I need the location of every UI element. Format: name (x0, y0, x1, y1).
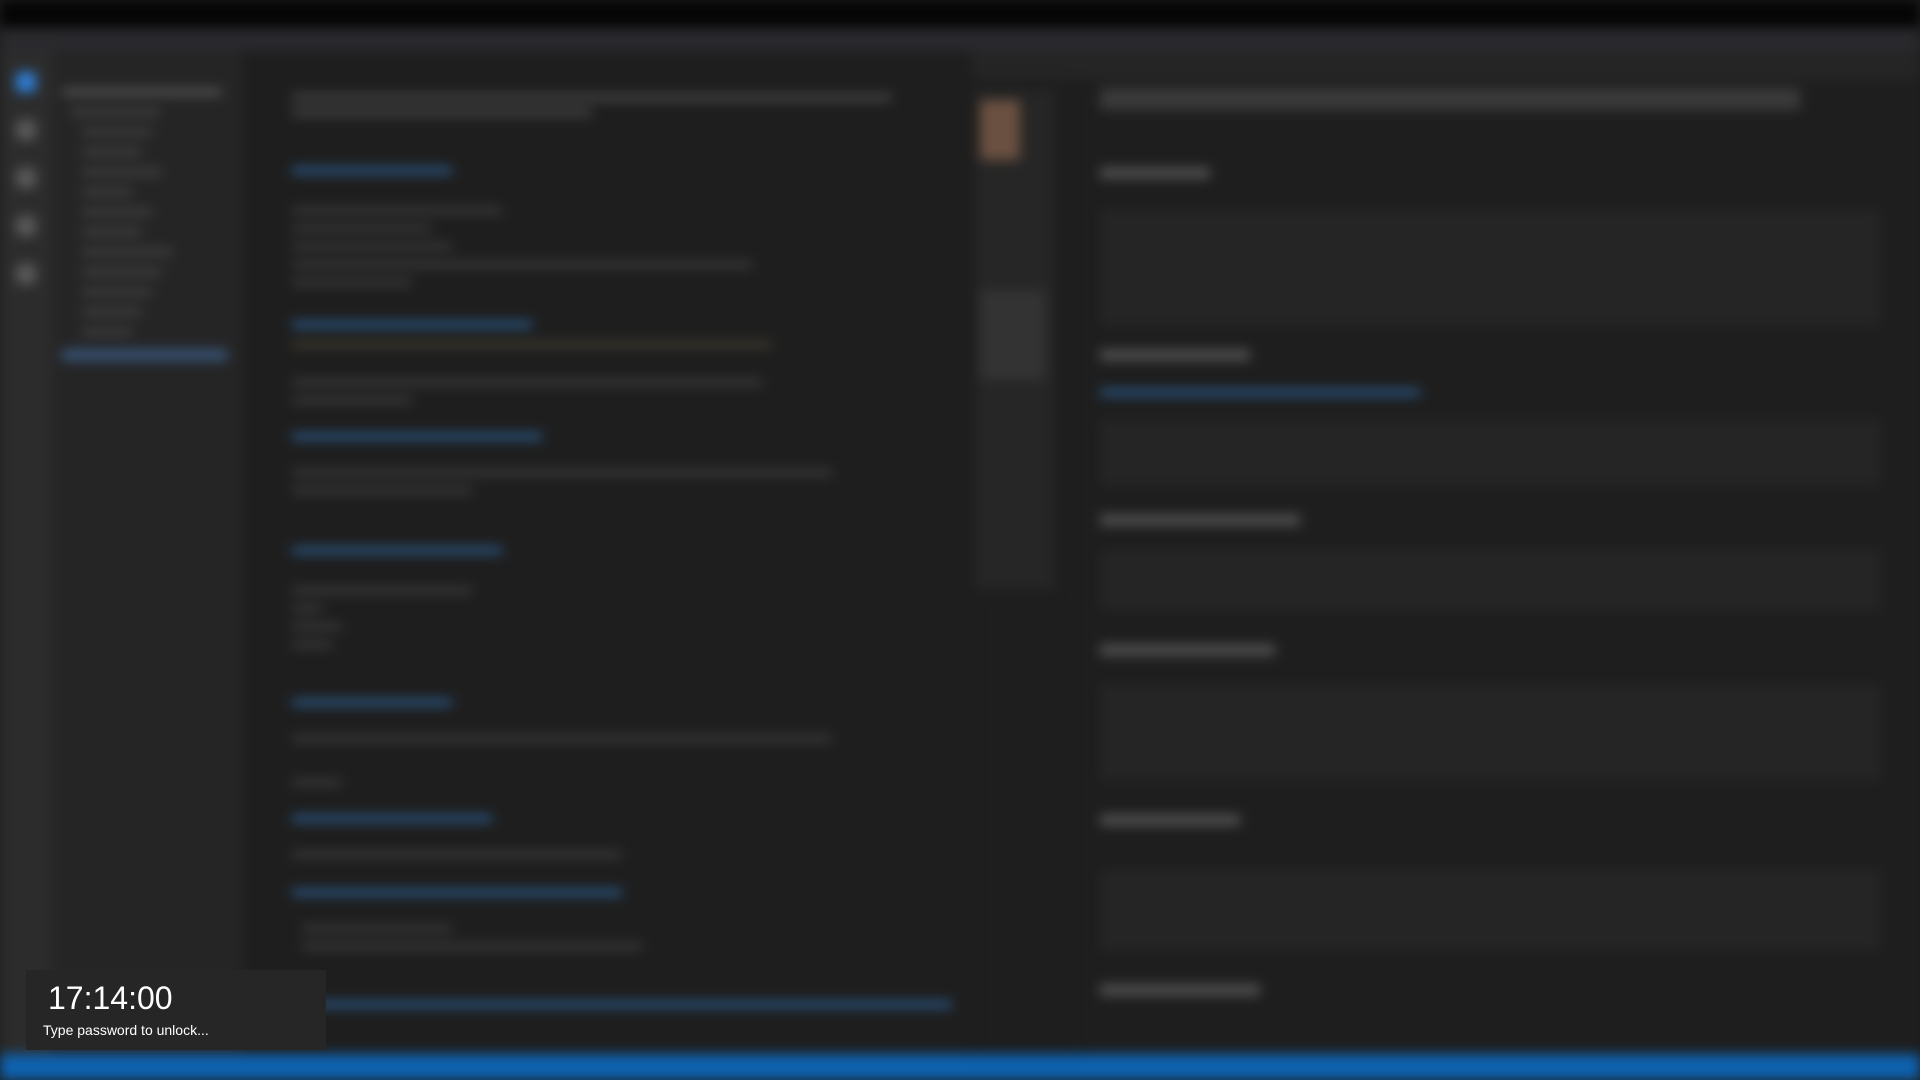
debug-icon (16, 216, 36, 236)
top-panel (0, 0, 1920, 28)
explorer-sidebar (52, 50, 242, 1054)
preview-code-block (1100, 915, 1880, 950)
window-titlebar (0, 28, 1920, 50)
preview-code-block (1100, 550, 1880, 610)
lock-screen-panel[interactable]: 17:14:00 Type password to unlock... (26, 970, 326, 1050)
search-icon (16, 120, 36, 140)
status-bar (0, 1054, 1920, 1080)
extensions-icon (16, 264, 36, 284)
preview-code-block (1100, 685, 1880, 780)
source-control-icon (16, 168, 36, 188)
blurred-desktop-background (0, 0, 1920, 1080)
preview-code-block (1100, 420, 1880, 485)
unlock-prompt: Type password to unlock... (43, 1022, 209, 1038)
activity-bar (0, 50, 52, 1054)
editor-minimap (975, 90, 1055, 590)
screen: 17:14:00 Type password to unlock... (0, 0, 1920, 1080)
markdown-source-editor (242, 50, 972, 1054)
lock-clock: 17:14:00 (48, 980, 173, 1016)
preview-code-block (1100, 210, 1880, 325)
explorer-icon (16, 72, 36, 92)
